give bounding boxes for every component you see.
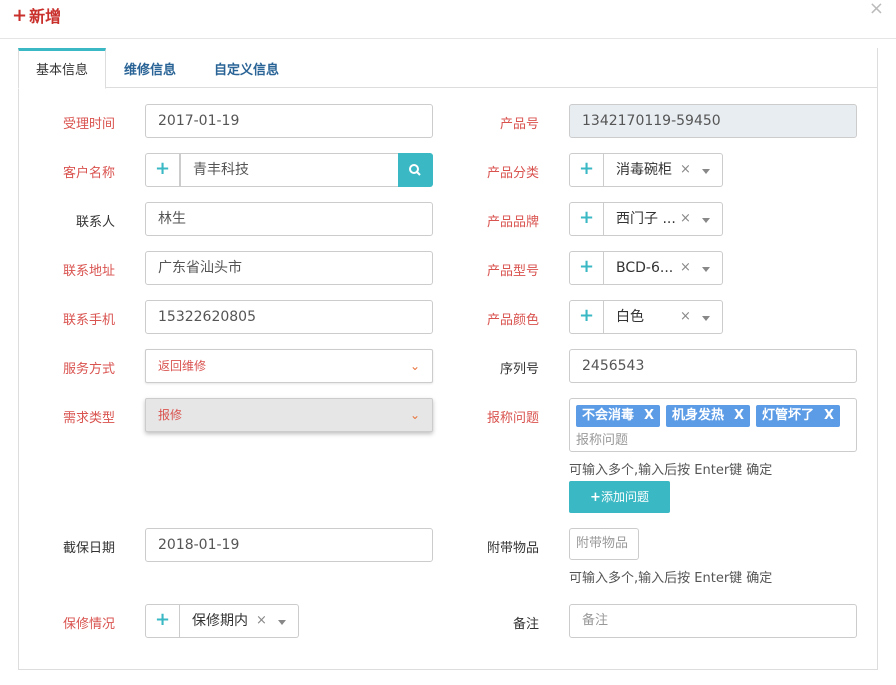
category-value: 消毒碗柜 [616,162,672,178]
issue-tag-text: 灯管坏了 [762,408,815,423]
customer-search-button[interactable] [398,153,433,187]
clear-icon[interactable]: × [680,154,691,186]
dialog-title-text: 新增 [29,7,62,26]
warranty-end-input[interactable]: 2018-01-19 [145,528,433,562]
plus-icon: + [578,305,595,326]
brand-label: 产品品牌 [486,215,539,230]
chevron-down-icon: ⌄ [409,359,420,373]
caret-down-icon [702,316,710,321]
clear-icon[interactable]: × [680,252,691,284]
issue-tag-text: 不会消毒 [582,408,635,423]
clear-icon[interactable]: × [256,605,267,637]
add-color-button[interactable]: + [569,300,604,334]
color-value: 白色 [616,309,644,325]
product-no-input: 1342170119-59450 [569,104,857,138]
plus-icon: + [590,490,601,505]
serial-label: 序列号 [499,362,539,377]
search-icon [409,164,421,176]
category-select[interactable]: 消毒碗柜 × [604,153,723,187]
remove-tag-icon[interactable]: X [734,408,744,423]
address-label: 联系地址 [62,264,115,279]
model-value: BCD-6... [616,260,674,276]
caret-down-icon [702,218,710,223]
color-select[interactable]: 白色 × [604,300,723,334]
tab-repair-info[interactable]: 维修信息 [124,48,176,88]
add-warranty-button[interactable]: + [145,604,180,638]
model-select[interactable]: BCD-6... × [604,251,723,285]
add-issue-button[interactable]: +添加问题 [569,481,670,513]
accept-time-label: 受理时间 [62,117,115,132]
add-model-button[interactable]: + [569,251,604,285]
service-select[interactable]: 返回维修 ⌄ [145,349,433,383]
add-issue-label: 添加问题 [600,490,649,504]
warranty-value: 保修期内 [192,613,248,629]
accessories-input[interactable]: 附带物品 [569,528,639,560]
accessories-label: 附带物品 [486,541,539,556]
product-no-label: 产品号 [499,117,539,132]
accessories-hint: 可输入多个,输入后按 Enter键 确定 [569,571,773,586]
issue-tag: 灯管坏了 X [756,405,841,427]
demand-label: 需求类型 [62,411,115,426]
remark-input[interactable]: 备注 [569,604,857,638]
plus-icon: + [12,4,28,26]
customer-input[interactable]: 青丰科技 [180,153,399,187]
remark-label: 备注 [512,617,539,632]
add-brand-button[interactable]: + [569,202,604,236]
add-category-button[interactable]: + [569,153,604,187]
plus-icon: + [578,256,595,277]
plus-icon: + [578,207,595,228]
tab-basic-info[interactable]: 基本信息 [18,48,106,89]
warranty-select[interactable]: 保修期内 × [180,604,299,638]
issue-tag: 不会消毒 X [576,405,661,427]
issue-tag-text: 机身发热 [672,408,725,423]
dialog-header: + 新增 × [0,0,896,39]
service-label: 服务方式 [62,362,115,377]
issues-placeholder[interactable]: 报称问题 [576,429,628,448]
phone-input[interactable]: 15322620805 [145,300,433,334]
brand-value: 西门子 ... [616,211,676,227]
remove-tag-icon[interactable]: X [824,408,834,423]
customer-label: 客户名称 [62,166,115,181]
accept-time-input[interactable]: 2017-01-19 [145,104,433,138]
plus-icon: + [154,158,171,179]
caret-down-icon [702,267,710,272]
brand-select[interactable]: 西门子 ... × [604,202,723,236]
close-icon[interactable]: × [869,0,884,19]
clear-icon[interactable]: × [680,203,691,235]
plus-icon: + [578,158,595,179]
caret-down-icon [278,620,286,625]
caret-down-icon [702,169,710,174]
plus-icon: + [154,609,171,630]
contact-input[interactable]: 林生 [145,202,433,236]
tab-custom-info[interactable]: 自定义信息 [214,48,279,88]
issues-hint: 可输入多个,输入后按 Enter键 确定 [569,463,773,478]
issues-tag-input[interactable]: 不会消毒 X 机身发热 X 灯管坏了 X 报称问题 [569,398,857,452]
dialog-title: + 新增 [12,3,61,27]
warranty-label: 保修情况 [62,617,115,632]
issues-label: 报称问题 [486,411,539,426]
address-input[interactable]: 广东省汕头市 [145,251,433,285]
warranty-end-label: 截保日期 [62,541,115,556]
add-customer-button[interactable]: + [145,153,180,187]
contact-label: 联系人 [75,215,115,230]
tab-bar: 基本信息 维修信息 自定义信息 [18,48,878,89]
issue-tag: 机身发热 X [666,405,751,427]
remove-tag-icon[interactable]: X [644,408,654,423]
model-label: 产品型号 [486,264,539,279]
category-label: 产品分类 [486,166,539,181]
service-value: 返回维修 [158,359,207,373]
chevron-down-icon: ⌄ [409,408,420,422]
demand-select[interactable]: 报修 ⌄ [145,398,433,432]
color-label: 产品颜色 [486,313,539,328]
serial-input[interactable]: 2456543 [569,349,857,383]
demand-value: 报修 [158,408,183,422]
phone-label: 联系手机 [62,313,115,328]
clear-icon[interactable]: × [680,301,691,333]
